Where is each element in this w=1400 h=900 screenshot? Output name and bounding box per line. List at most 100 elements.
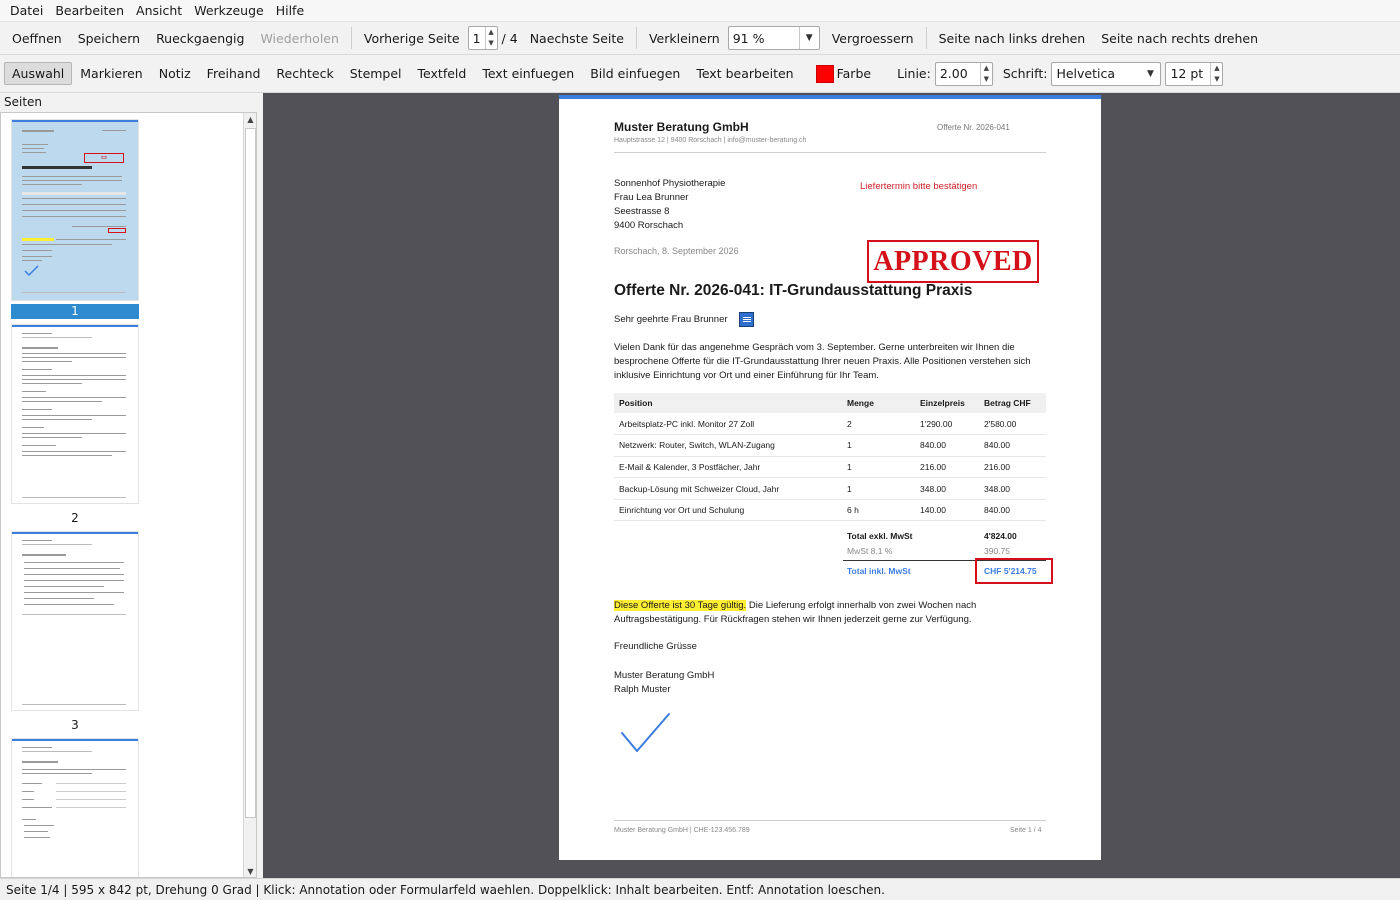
page-thumbnail-label-2[interactable]: 2 <box>11 511 139 525</box>
zoom-out-button[interactable]: Verkleinern <box>641 27 728 50</box>
approved-stamp-annotation[interactable]: APPROVED <box>867 240 1039 283</box>
thumbnail-scrollbar[interactable]: ▲ ▼ <box>243 113 256 877</box>
stamp-tool-button[interactable]: Stempel <box>342 62 410 85</box>
page-thumbnail-4[interactable] <box>11 738 139 877</box>
spin-up-icon[interactable]: ▲ <box>486 27 497 38</box>
thumb-line <box>22 783 42 784</box>
thumb-line <box>22 292 126 293</box>
page-thumbnail-1[interactable]: ▭ <box>11 119 139 301</box>
toolbar-separator <box>925 27 927 49</box>
thumb-line <box>56 791 126 792</box>
table-cell: 216.00 <box>915 456 979 479</box>
thumb-line <box>22 497 126 498</box>
spin-down-icon[interactable]: ▼ <box>1211 74 1222 85</box>
textfield-tool-button[interactable]: Textfeld <box>410 62 475 85</box>
open-button[interactable]: Oeffnen <box>4 27 70 50</box>
chevron-down-icon[interactable]: ▼ <box>1140 63 1160 85</box>
color-swatch[interactable] <box>815 64 834 83</box>
table-cell: 840.00 <box>979 434 1046 457</box>
highlight-tool-button[interactable]: Markieren <box>72 62 150 85</box>
rectangle-annotation[interactable] <box>975 558 1053 584</box>
page-thumbnail-label-1[interactable]: 1 <box>11 304 139 319</box>
table-cell: 348.00 <box>979 477 1046 500</box>
rotate-right-button[interactable]: Seite nach rechts drehen <box>1093 27 1266 50</box>
letter-date: Rorschach, 8. September 2026 <box>614 246 739 256</box>
gross-total-label: Total inkl. MwSt <box>847 566 911 576</box>
rectangle-tool-button[interactable]: Rechteck <box>268 62 341 85</box>
zoom-in-button[interactable]: Vergroessern <box>824 27 922 50</box>
sidebar-title: Seiten <box>4 95 43 109</box>
line-width-value[interactable]: 2.00 <box>936 63 980 85</box>
save-button[interactable]: Speichern <box>70 27 148 50</box>
spin-up-icon[interactable]: ▲ <box>981 63 992 74</box>
thumb-line <box>22 554 66 556</box>
menu-ansicht[interactable]: Ansicht <box>130 3 188 18</box>
menu-bearbeiten[interactable]: Bearbeiten <box>49 3 130 18</box>
annotation-toolbar: Auswahl Markieren Notiz Freihand Rechtec… <box>0 55 1400 93</box>
chevron-down-icon[interactable]: ▼ <box>798 27 819 49</box>
recipient-line: Sonnenhof Physiotherapie <box>614 178 726 189</box>
highlight-annotation[interactable]: Diese Offerte ist 30 Tage gültig. <box>614 600 747 611</box>
thumb-line <box>22 761 58 763</box>
pdf-page[interactable]: Muster Beratung GmbH Offerte Nr. 2026-04… <box>559 95 1101 860</box>
freehand-tool-button[interactable]: Freihand <box>199 62 269 85</box>
closing-paragraph: Diese Offerte ist 30 Tage gültig. Die Li… <box>614 599 1046 627</box>
prev-page-button[interactable]: Vorherige Seite <box>356 27 468 50</box>
spin-up-icon[interactable]: ▲ <box>1211 63 1222 74</box>
zoom-select[interactable]: 91 % ▼ <box>727 26 820 50</box>
thumb-line <box>22 180 122 181</box>
thumb-line <box>22 391 46 392</box>
thumb-line <box>22 210 126 211</box>
page-thumbnail-2[interactable] <box>11 324 139 504</box>
table-cell: E-Mail & Kalender, 3 Postfächer, Jahr <box>614 456 842 479</box>
table-row: E-Mail & Kalender, 3 Postfächer, Jahr 1 … <box>614 456 1046 479</box>
page-number-spinbox[interactable]: 1 ▲ ▼ <box>467 26 498 50</box>
thumb-line <box>24 825 54 826</box>
insert-image-button[interactable]: Bild einfuegen <box>582 62 688 85</box>
redo-button[interactable]: Wiederholen <box>252 27 346 50</box>
spin-down-icon[interactable]: ▼ <box>981 74 992 85</box>
line-spin-arrows[interactable]: ▲ ▼ <box>979 62 992 85</box>
document-viewer[interactable]: Muster Beratung GmbH Offerte Nr. 2026-04… <box>263 93 1400 878</box>
sticky-note-icon[interactable] <box>739 312 754 327</box>
status-text: Seite 1/4 | 595 x 842 pt, Drehung 0 Grad… <box>6 882 885 897</box>
note-tool-button[interactable]: Notiz <box>151 62 199 85</box>
line-width-spinbox[interactable]: 2.00 ▲ ▼ <box>934 61 993 86</box>
menu-werkzeuge[interactable]: Werkzeuge <box>188 3 270 18</box>
page-spin-arrows[interactable]: ▲ ▼ <box>484 27 497 49</box>
font-select[interactable]: Helvetica ▼ <box>1051 61 1162 86</box>
page-number-value[interactable]: 1 <box>469 27 485 49</box>
undo-button[interactable]: Rueckgaengig <box>148 27 252 50</box>
scroll-up-icon[interactable]: ▲ <box>244 113 256 127</box>
footer-divider <box>614 820 1046 821</box>
size-spin-arrows[interactable]: ▲ ▼ <box>1210 62 1222 85</box>
table-row: Backup-Lösung mit Schweizer Cloud, Jahr … <box>614 477 1046 500</box>
color-picker-button[interactable]: Farbe <box>808 61 879 87</box>
freehand-checkmark-icon[interactable] <box>619 710 675 756</box>
thumb-line <box>22 192 126 195</box>
menu-hilfe[interactable]: Hilfe <box>270 3 310 18</box>
zoom-value[interactable]: 91 % <box>729 27 799 49</box>
thumb-line <box>22 144 48 145</box>
font-value[interactable]: Helvetica <box>1052 63 1140 85</box>
scroll-down-icon[interactable]: ▼ <box>244 865 256 877</box>
page-thumbnail-label-3[interactable]: 3 <box>11 718 139 732</box>
net-total-label: Total exkl. MwSt <box>847 531 913 541</box>
rotate-left-button[interactable]: Seite nach links drehen <box>931 27 1094 50</box>
text-annotation[interactable]: Liefertermin bitte bestätigen <box>860 181 977 192</box>
table-cell: Arbeitsplatz-PC inkl. Monitor 27 Zoll <box>614 413 842 436</box>
font-size-value[interactable]: 12 pt <box>1166 63 1210 85</box>
insert-text-button[interactable]: Text einfuegen <box>474 62 582 85</box>
select-tool-button[interactable]: Auswahl <box>4 62 73 85</box>
page-thumbnail-3[interactable] <box>11 531 139 711</box>
thumb-line <box>24 831 48 832</box>
edit-text-button[interactable]: Text bearbeiten <box>688 62 801 85</box>
scrollbar-thumb[interactable] <box>245 128 256 818</box>
next-page-button[interactable]: Naechste Seite <box>522 27 632 50</box>
font-size-spinbox[interactable]: 12 pt ▲ ▼ <box>1165 61 1224 86</box>
menu-datei[interactable]: Datei <box>4 3 49 18</box>
spin-down-icon[interactable]: ▼ <box>486 38 497 49</box>
table-cell: 840.00 <box>915 434 979 457</box>
thumb-line <box>22 337 92 338</box>
thumb-line <box>24 568 120 569</box>
